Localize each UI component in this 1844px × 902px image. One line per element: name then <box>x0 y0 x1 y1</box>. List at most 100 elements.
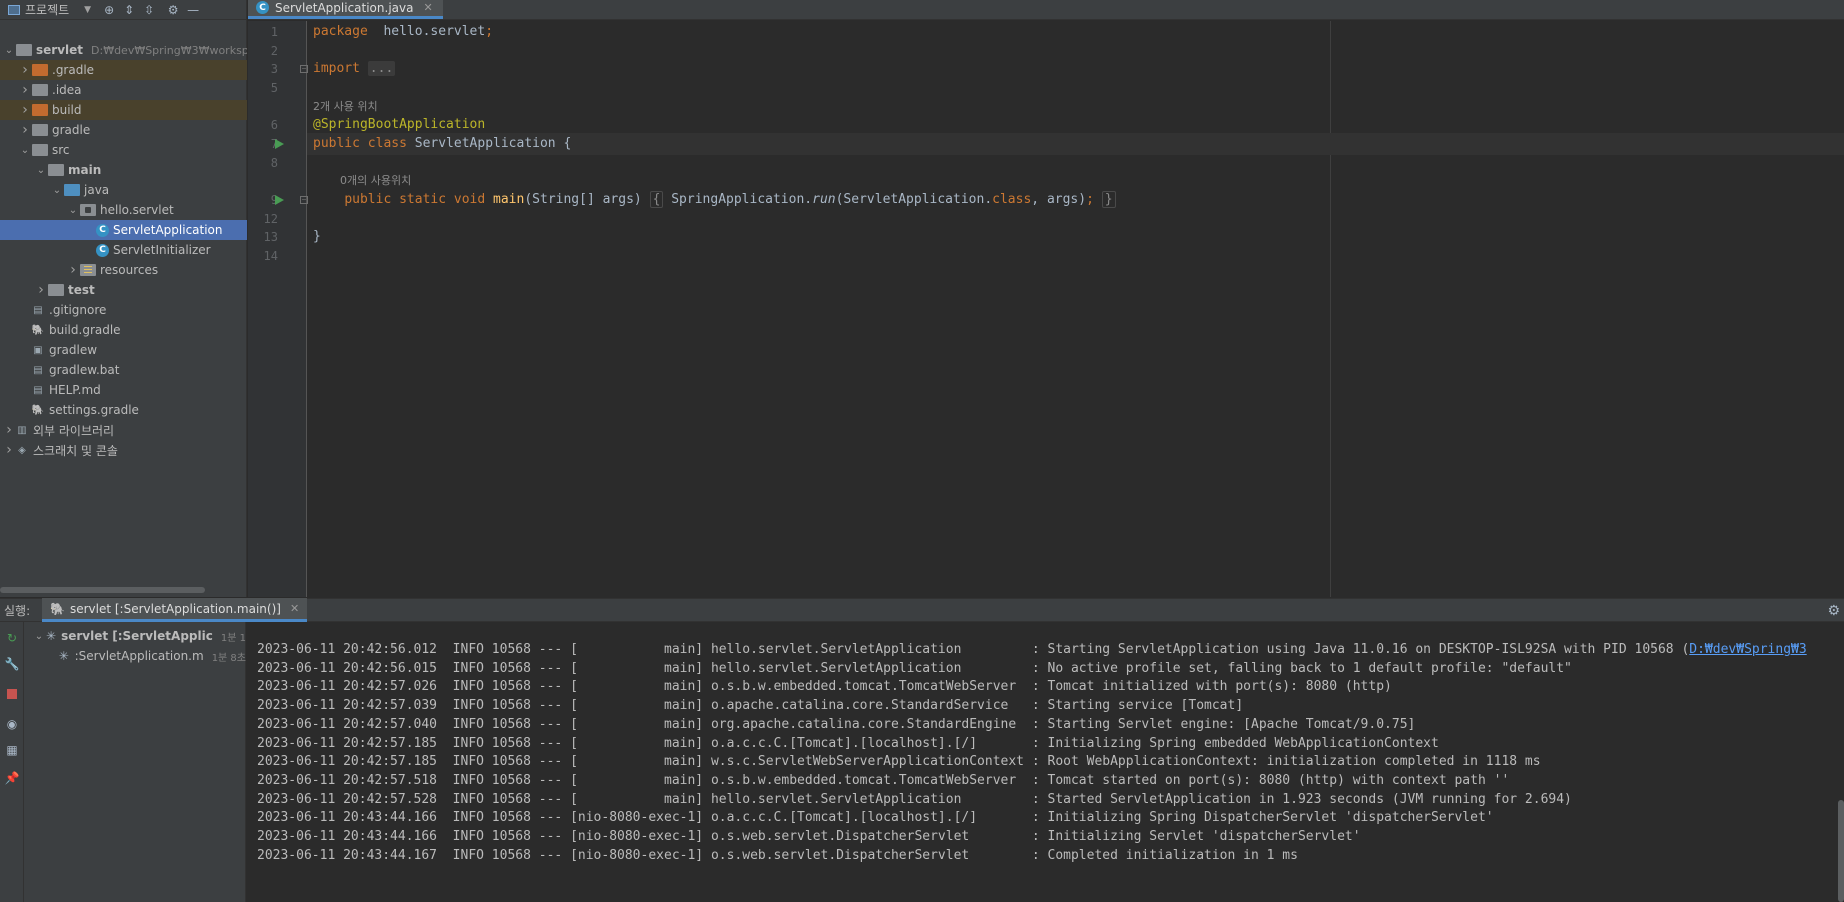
tree-item-label: hello.servlet <box>100 203 174 217</box>
tree-item[interactable]: › resources <box>0 260 247 280</box>
tree-item[interactable]: ▣ gradlew <box>0 340 247 360</box>
run-tab-label: servlet [:ServletApplication.main()] <box>69 601 281 616</box>
tree-item[interactable]: ⌄ hello.servlet <box>0 200 247 220</box>
tree-item-label: settings.gradle <box>49 403 139 417</box>
pin-icon[interactable]: 📌 <box>4 770 20 786</box>
tree-item[interactable]: › gradle <box>0 120 247 140</box>
markdown-file-icon: ▤ <box>33 384 43 396</box>
tree-item[interactable]: ▤ HELP.md <box>0 380 247 400</box>
tree-item-label: servlet <box>36 43 84 57</box>
collapse-all-icon[interactable]: ⇳ <box>139 1 159 19</box>
chevron-right-icon[interactable]: › <box>34 282 48 298</box>
eye-icon[interactable]: ◉ <box>4 716 20 732</box>
wrench-icon[interactable]: 🔧 <box>4 656 20 672</box>
scratch-icon: ◈ <box>18 444 26 456</box>
tree-item[interactable]: C ServletApplication <box>0 220 247 240</box>
tree-item[interactable]: 🐘 settings.gradle <box>0 400 247 420</box>
expand-all-icon[interactable]: ⇕ <box>119 1 139 19</box>
code-line: 14 <box>264 245 1844 267</box>
folder-gray-icon <box>32 124 48 136</box>
run-tree: ⌄ ✳ servlet [:ServletApplic 1분 19초 ✳ :Se… <box>24 622 246 902</box>
tree-item-label: ServletApplication <box>113 223 223 237</box>
chevron-down-icon[interactable]: ⌄ <box>2 45 16 56</box>
tree-item[interactable]: ⌄ java <box>0 180 247 200</box>
tree-item[interactable]: › .gradle <box>0 60 247 80</box>
fold-toggle-icon[interactable]: − <box>300 196 308 204</box>
tree-item-label: 외부 라이브러리 <box>33 423 115 438</box>
tree-item-label: gradlew <box>49 343 98 357</box>
project-view-title: 프로젝트 <box>25 3 70 17</box>
script-file-icon: ▣ <box>33 344 43 356</box>
tree-item[interactable]: ⌄ servlet D:₩dev₩Spring₩3₩workspace <box>0 40 247 60</box>
tree-item[interactable]: ⌄ src <box>0 140 247 160</box>
console-path-link[interactable]: D:₩dev₩Spring₩3 <box>1689 642 1806 657</box>
chevron-down-icon[interactable]: ⌄ <box>50 185 64 196</box>
chevron-right-icon[interactable]: › <box>2 442 16 458</box>
vertical-scrollbar[interactable] <box>1838 800 1844 902</box>
tree-item-label: resources <box>100 263 159 277</box>
tree-item[interactable]: ⌄ main <box>0 160 247 180</box>
horizontal-scrollbar[interactable] <box>0 587 205 593</box>
class-icon: C <box>96 243 109 257</box>
gear-icon[interactable]: ⚙ <box>163 1 183 19</box>
folder-gray-icon <box>32 144 48 156</box>
chevron-right-icon[interactable]: › <box>2 422 16 438</box>
libraries-icon: ▥ <box>17 424 27 436</box>
tree-item[interactable]: › test <box>0 280 247 300</box>
chevron-right-icon[interactable]: › <box>18 82 32 98</box>
stop-icon[interactable] <box>4 686 20 702</box>
tree-item-label: .idea <box>52 83 82 97</box>
class-icon: C <box>256 1 269 14</box>
tree-item[interactable]: ▤ .gitignore <box>0 300 247 320</box>
tree-item[interactable]: › .idea <box>0 80 247 100</box>
chevron-right-icon[interactable]: › <box>18 122 32 138</box>
folder-gray-icon <box>16 44 32 56</box>
run-tree-time: 1분 8초 <box>211 652 246 664</box>
tree-item-label: .gitignore <box>49 303 107 317</box>
run-gutter-icon[interactable] <box>275 139 284 149</box>
tab-servlet-application[interactable]: C ServletApplication.java ✕ <box>248 0 443 19</box>
chevron-down-icon[interactable]: ▼ <box>84 5 91 15</box>
tree-item[interactable]: › ▥ 외부 라이브러리 <box>0 420 247 440</box>
gear-icon[interactable]: ⚙ <box>1827 603 1840 619</box>
console-output[interactable]: 2023-06-11 20:42:56.012 INFO 10568 --- [… <box>247 622 1844 902</box>
project-view-icon <box>8 4 20 15</box>
run-gutter-icon[interactable] <box>275 195 284 205</box>
tree-item[interactable]: 🐘 build.gradle <box>0 320 247 340</box>
gradle-icon: 🐘 <box>50 601 65 616</box>
project-view-selector[interactable]: 프로젝트 ▼ <box>8 1 91 18</box>
tree-item-label: gradlew.bat <box>49 363 120 377</box>
code-area[interactable]: 1 package hello.servlet; 2 3− import ... 5 2개 … <box>264 21 1844 597</box>
close-icon[interactable]: ✕ <box>290 602 299 615</box>
run-tree-item-task[interactable]: ✳ :ServletApplication.m 1분 8초 <box>24 646 246 666</box>
rerun-icon[interactable]: ↻ <box>4 630 20 646</box>
project-panel: 프로젝트 ▼ ⊕ ⇕ ⇳ ⚙ — ⌄ servlet D:₩dev₩Spring₩3… <box>0 0 247 597</box>
chevron-right-icon[interactable]: › <box>18 62 32 78</box>
locate-target-icon[interactable]: ⊕ <box>99 1 119 19</box>
close-icon[interactable]: ✕ <box>423 1 432 14</box>
chevron-down-icon[interactable]: ⌄ <box>34 165 48 176</box>
chevron-down-icon[interactable]: ⌄ <box>32 631 46 642</box>
folder-gray-icon <box>48 284 64 296</box>
tree-item-label: build.gradle <box>49 323 121 337</box>
tree-item[interactable]: › build <box>0 100 247 120</box>
tree-item[interactable]: C ServletInitializer <box>0 240 247 260</box>
chevron-right-icon[interactable]: › <box>66 262 80 278</box>
chevron-right-icon[interactable]: › <box>18 102 32 118</box>
tree-item-label: src <box>52 143 70 157</box>
folder-orange-icon <box>32 64 48 76</box>
run-tab-servlet[interactable]: 🐘 servlet [:ServletApplication.main()] ✕ <box>42 598 308 622</box>
tree-item[interactable]: › ◈ 스크래치 및 콘솔 <box>0 440 247 460</box>
tree-item[interactable]: ▤ gradlew.bat <box>0 360 247 380</box>
line-gutter <box>248 21 307 597</box>
chevron-down-icon[interactable]: ⌄ <box>18 145 32 156</box>
chevron-down-icon[interactable]: ⌄ <box>66 205 80 216</box>
run-tree-item-root[interactable]: ⌄ ✳ servlet [:ServletApplic 1분 19초 <box>24 626 246 646</box>
layout-icon[interactable]: ▦ <box>4 742 20 758</box>
fold-toggle-icon[interactable]: − <box>300 65 308 73</box>
minimize-icon[interactable]: — <box>183 1 203 19</box>
console-line: 2023-06-11 20:43:44.167 INFO 10568 --- [… <box>257 847 1298 863</box>
tree-item-label: main <box>68 163 102 177</box>
run-panel-label: 실행: <box>4 603 31 618</box>
package-icon <box>80 204 96 216</box>
